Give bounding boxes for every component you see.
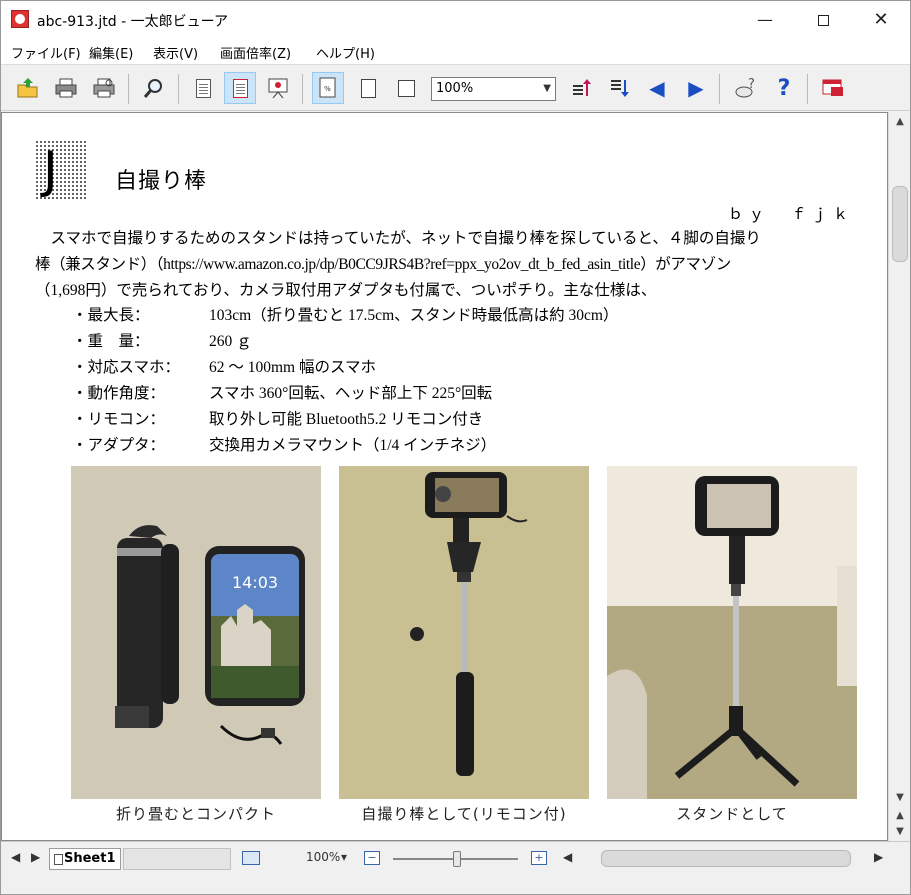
maximize-icon: [817, 15, 829, 26]
paragraph-line: 棒（兼スタンド）（https://www.amazon.co.jp/dp/B0C…: [35, 256, 731, 273]
spec-value: スマホ 360°回転、ヘッド部上下 225°回転: [209, 385, 493, 402]
window-title: abc-913.jtd - 一太郎ビューア: [37, 14, 229, 30]
paragraph-line: スマホで自撮りするためのスタンドは持っていたが、ネットで自撮り棒を探していると、…: [35, 230, 761, 247]
zoom-out-button[interactable]: −: [364, 851, 380, 865]
scroll-right-icon[interactable]: ▶: [874, 850, 883, 864]
scroll-up-icon[interactable]: ▲: [889, 116, 910, 127]
close-icon: ✕: [873, 9, 889, 30]
photo-caption: 折り畳むとコンパクト: [115, 805, 276, 823]
window-bottom-edge: [1, 876, 910, 894]
prev-heading-icon[interactable]: [565, 72, 597, 104]
prev-page-scroll-icon[interactable]: ▲: [889, 810, 910, 821]
paragraph-line: （1,698円）で売られており、カメラ取付用アダプタも付属で、ついポチり。主な仕…: [35, 282, 657, 299]
spec-value: 取り外し可能 Bluetooth5.2 リモコン付き: [209, 411, 484, 428]
zoom-100-icon[interactable]: %: [312, 72, 344, 104]
menu-bar: ファイル(F) 編集(E) 表示(V) 画面倍率(Z) ヘルプ(H): [1, 39, 910, 65]
document-title: 自撮り棒: [115, 169, 208, 194]
spec-label: ・アダプタ：: [72, 437, 166, 454]
find-icon[interactable]: [138, 72, 170, 104]
next-sheet-icon[interactable]: ▶: [31, 850, 40, 864]
open-icon[interactable]: [12, 72, 44, 104]
sheet-tab[interactable]: Sheet1: [49, 848, 121, 870]
toolbar-separator: [719, 74, 720, 104]
heading-j-mark: J: [35, 140, 87, 200]
application-window: abc-913.jtd - 一太郎ビューア — ✕ ファイル(F) 編集(E) …: [0, 0, 911, 895]
layout-view-icon[interactable]: [224, 72, 256, 104]
menu-view[interactable]: 表示(V): [153, 43, 198, 62]
heading-letter: J: [43, 141, 58, 199]
title-bar: abc-913.jtd - 一太郎ビューア — ✕: [1, 1, 910, 39]
svg-text:?: ?: [748, 77, 755, 92]
print-preview-icon[interactable]: [88, 72, 120, 104]
document-view[interactable]: J 自撮り棒 ｂｙ ｆｊｋ スマホで自撮りするためのスタンドは持っていたが、ネッ…: [1, 112, 888, 841]
scroll-down-icon[interactable]: ▼: [889, 792, 910, 803]
toolbar-separator: [178, 74, 179, 104]
close-button[interactable]: ✕: [852, 1, 910, 39]
prev-page-icon[interactable]: ◀: [641, 72, 673, 104]
toolbar-separator: [302, 74, 303, 104]
sheet-bar: ◀ ▶ Sheet1 100% ▾ − + ◀ ▶: [1, 841, 910, 875]
spec-value: 交換用カメラマウント（1/4 インチネジ）: [209, 437, 497, 454]
menu-zoom[interactable]: 画面倍率(Z): [220, 43, 291, 62]
sheet-tab-area: [123, 848, 231, 870]
spec-value: 260 ｇ: [209, 333, 252, 350]
scroll-left-icon[interactable]: ◀: [563, 850, 572, 864]
svg-text:%: %: [324, 85, 331, 93]
outline-view-icon[interactable]: [262, 72, 294, 104]
menu-edit[interactable]: 編集(E): [89, 43, 133, 62]
next-page-scroll-icon[interactable]: ▼: [889, 826, 910, 837]
zoom-in-button[interactable]: +: [531, 851, 547, 865]
spec-value: 62 〜 100mm 幅のスマホ: [209, 359, 377, 376]
chevron-down-icon[interactable]: ▾: [341, 850, 347, 864]
phone-clock: 14:03: [232, 573, 278, 592]
help-tip-icon[interactable]: ?: [729, 72, 761, 104]
full-page-icon[interactable]: [352, 72, 384, 104]
app-logo-icon: [11, 10, 29, 28]
photo-caption: 自撮り棒として(リモコン付): [361, 805, 567, 823]
chevron-down-icon[interactable]: ▼: [543, 78, 551, 100]
spec-value: 103cm（折り畳むと 17.5cm、スタンド時最低高は約 30cm）: [209, 307, 619, 324]
photo-caption: スタンドとして: [676, 805, 788, 823]
zoom-slider-handle[interactable]: [453, 851, 461, 867]
spec-label: ・重 量：: [72, 333, 150, 350]
maximize-button[interactable]: [794, 1, 852, 39]
spec-label: ・リモコン：: [72, 411, 166, 428]
photo-selfie-stick: [339, 466, 589, 799]
byline: ｂｙ ｆｊｋ: [727, 207, 854, 223]
page-width-icon[interactable]: [390, 72, 422, 104]
menu-help[interactable]: ヘルプ(H): [316, 43, 375, 62]
body-paragraph: スマホで自撮りするためのスタンドは持っていたが、ネットで自撮り棒を探していると、…: [35, 226, 859, 304]
zoom-select[interactable]: 100% ▼: [431, 77, 556, 101]
page-view-icon[interactable]: [187, 72, 219, 104]
help-icon[interactable]: ?: [768, 72, 800, 104]
spec-label: ・最大長：: [72, 307, 150, 324]
minimize-icon: —: [757, 10, 773, 29]
toolbar: % 100% ▼ ◀ ▶ ? ?: [1, 66, 910, 111]
next-heading-icon[interactable]: [603, 72, 635, 104]
status-zoom-value[interactable]: 100%: [306, 850, 340, 864]
ichitaro-icon[interactable]: [817, 72, 849, 104]
menu-file[interactable]: ファイル(F): [11, 43, 81, 62]
spec-label: ・動作角度：: [72, 385, 166, 402]
spec-label: ・対応スマホ：: [72, 359, 181, 376]
vertical-scrollbar[interactable]: ▲ ▼ ▲ ▼: [888, 112, 910, 841]
photo-stand: [607, 466, 857, 799]
first-sheet-icon[interactable]: ◀: [11, 850, 20, 864]
horizontal-scroll-thumb[interactable]: [601, 850, 851, 867]
minimize-button[interactable]: —: [736, 1, 794, 39]
zoom-select-value: 100%: [436, 81, 474, 96]
toolbar-separator: [128, 74, 129, 104]
next-page-icon[interactable]: ▶: [680, 72, 712, 104]
print-icon[interactable]: [50, 72, 82, 104]
vertical-scroll-thumb[interactable]: [892, 186, 908, 262]
photo-folded: 14:03: [71, 466, 321, 799]
toolbar-separator: [807, 74, 808, 104]
page-layout-icon[interactable]: [242, 851, 260, 865]
